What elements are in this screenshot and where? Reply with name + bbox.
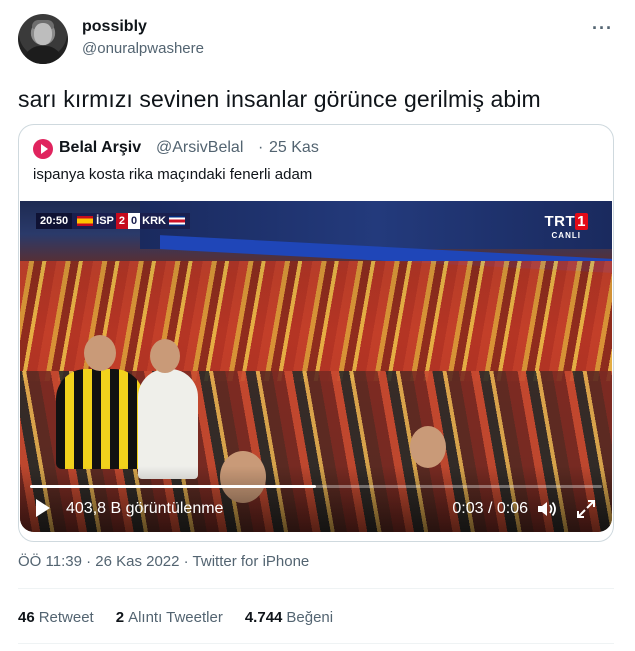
home-score: 2: [115, 213, 128, 229]
fan-head: [84, 335, 116, 371]
fullscreen-icon[interactable]: [576, 499, 596, 519]
fan-head: [150, 339, 180, 373]
quoted-author-handle[interactable]: @ArsivBelal: [156, 139, 243, 157]
divider: [18, 588, 614, 589]
fan-head: [410, 426, 446, 468]
likes-count: 4.744: [244, 609, 283, 626]
quoted-author-avatar[interactable]: [33, 139, 53, 159]
channel-number: 1: [575, 213, 588, 230]
scoreboard-away: KRK: [140, 213, 190, 229]
quoted-tweet-card[interactable]: Belal Arşiv @ArsivBelal · 25 Kas ispanya…: [18, 124, 614, 542]
divider: [18, 643, 614, 644]
costa-rica-flag-icon: [168, 216, 185, 226]
scoreboard-home: İSP: [72, 213, 116, 229]
author-display-name[interactable]: possibly: [82, 18, 147, 36]
separator-dot: ·: [258, 139, 264, 156]
live-label: CANLI: [551, 231, 581, 240]
tweet-text: sarı kırmızı sevinen insanlar görünce ge…: [18, 86, 541, 112]
away-team: KRK: [142, 215, 166, 227]
author-handle[interactable]: @onuralpwashere: [82, 40, 204, 57]
tweet-timestamp[interactable]: ÖÖ 11:39 · 26 Kas 2022 · Twitter for iPh…: [18, 553, 309, 570]
quoted-tweet-text: ispanya kosta rika maçındaki fenerli ada…: [33, 166, 313, 183]
channel-name: TRT: [544, 213, 576, 230]
video-controls: 403,8 B görüntülenme 0:03 / 0:06: [20, 466, 612, 532]
retweets-stat[interactable]: 46 Retweet: [18, 609, 94, 626]
fan-yellow-striped-jersey: [56, 369, 144, 469]
away-score: 0: [128, 213, 141, 229]
retweets-count: 46: [18, 609, 35, 626]
quotes-count: 2: [115, 609, 125, 626]
play-icon[interactable]: [36, 499, 50, 517]
home-team: İSP: [96, 215, 114, 227]
tweet-stats: 46 Retweet 2 Alıntı Tweetler 4.744 Beğeni: [18, 609, 333, 626]
view-count: 403,8 B görüntülenme: [66, 500, 224, 517]
video-progress-fill: [30, 485, 316, 488]
scoreboard: 20:50 İSP 2 0 KRK: [36, 213, 190, 229]
spain-flag-icon: [77, 216, 94, 226]
video-player[interactable]: 20:50 İSP 2 0 KRK TRT 1 CANLI 403,8 B gör…: [20, 201, 612, 532]
quotes-label: Alıntı Tweetler: [128, 609, 223, 626]
quoted-author-display-name[interactable]: Belal Arşiv: [59, 139, 141, 157]
author-avatar[interactable]: [18, 14, 68, 64]
match-clock: 20:50: [36, 213, 73, 229]
more-horizontal-icon[interactable]: ···: [592, 18, 613, 39]
retweets-label: Retweet: [38, 609, 94, 626]
likes-stat[interactable]: 4.744 Beğeni: [245, 609, 333, 626]
likes-label: Beğeni: [286, 609, 334, 626]
quoted-tweet-date[interactable]: 25 Kas: [269, 139, 319, 157]
channel-logo: TRT 1 CANLI: [544, 213, 588, 240]
video-progress-bar[interactable]: [30, 485, 602, 488]
fan-white-robe: [138, 369, 198, 479]
quotes-stat[interactable]: 2 Alıntı Tweetler: [116, 609, 223, 626]
video-time: 0:03 / 0:06: [452, 500, 528, 517]
volume-icon[interactable]: [536, 499, 558, 519]
